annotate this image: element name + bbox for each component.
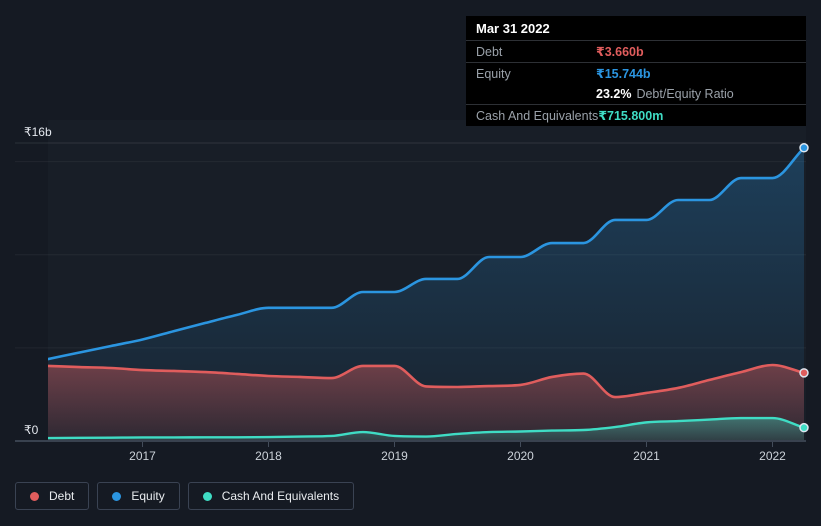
debt-dot-icon (30, 491, 39, 501)
tooltip-row-equity: Equity ₹15.744b (466, 63, 806, 84)
y-axis-label-zero: ₹0 (24, 423, 39, 437)
tooltip-date: Mar 31 2022 (466, 16, 806, 41)
legend-item-equity[interactable]: Equity (97, 482, 180, 510)
chart-legend: Debt Equity Cash And Equivalents (15, 482, 355, 510)
tooltip-ratio-percent: 23.2% (596, 87, 632, 101)
debt-end-dot (799, 368, 809, 378)
tooltip-equity-value: ₹15.744b (596, 67, 651, 81)
legend-label-equity: Equity (131, 489, 165, 503)
tooltip-row-debt: Debt ₹3.660b (466, 41, 806, 63)
tooltip-row-cash: Cash And Equivalents ₹715.800m (466, 105, 806, 126)
cash-dot-icon (202, 491, 212, 501)
legend-label-debt: Debt (49, 489, 75, 503)
x-axis-label: 2019 (381, 449, 408, 463)
tooltip-debt-label: Debt (476, 44, 503, 59)
legend-item-debt[interactable]: Debt (15, 482, 90, 510)
equity-end-dot (799, 143, 809, 153)
x-axis-label: 2022 (759, 449, 786, 463)
tooltip-ratio-label: Debt/Equity Ratio (636, 87, 734, 101)
legend-item-cash[interactable]: Cash And Equivalents (187, 482, 355, 510)
y-axis-label-max: ₹16b (24, 125, 52, 139)
chart-tooltip: Mar 31 2022 Debt ₹3.660b Equity ₹15.744b… (466, 16, 806, 126)
equity-dot-icon (112, 491, 122, 501)
x-axis-label: 2021 (633, 449, 660, 463)
tooltip-debt-value: ₹3.660b (596, 45, 644, 59)
tooltip-cash-label: Cash And Equivalents (476, 108, 599, 123)
cash-end-dot (799, 422, 809, 433)
x-axis-label: 2018 (255, 449, 282, 463)
x-axis-label: 2017 (129, 449, 156, 463)
x-axis-label: 2020 (507, 449, 534, 463)
tooltip-cash-value: ₹715.800m (598, 109, 664, 123)
legend-label-cash: Cash And Equivalents (221, 489, 340, 503)
tooltip-equity-label: Equity (476, 66, 511, 81)
tooltip-row-ratio: 23.2% Debt/Equity Ratio (466, 84, 806, 105)
